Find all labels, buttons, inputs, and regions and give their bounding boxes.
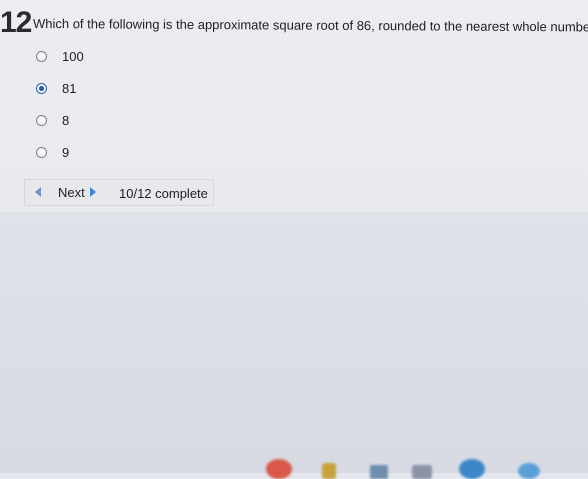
radio-button[interactable] bbox=[36, 114, 47, 126]
option-label: 8 bbox=[62, 112, 70, 128]
quiz-panel: 12 Which of the following is the approxi… bbox=[0, 0, 588, 212]
radio-button-selected[interactable] bbox=[36, 82, 47, 94]
next-button[interactable]: Next bbox=[58, 183, 96, 201]
question-number: 12 bbox=[0, 6, 32, 39]
option-label: 81 bbox=[62, 80, 77, 96]
option-label: 100 bbox=[62, 48, 84, 64]
radio-button[interactable] bbox=[36, 146, 47, 158]
radio-button[interactable] bbox=[36, 50, 47, 62]
app-icon[interactable] bbox=[459, 459, 485, 479]
next-label: Next bbox=[58, 184, 85, 200]
app-icon[interactable] bbox=[412, 465, 432, 479]
option-100[interactable]: 100 bbox=[36, 46, 156, 66]
app-icon[interactable] bbox=[518, 463, 540, 479]
next-arrow-icon bbox=[89, 187, 96, 197]
browser-icon[interactable] bbox=[266, 459, 292, 479]
question-text: Which of the following is the approximat… bbox=[32, 16, 588, 35]
option-81[interactable]: 81 bbox=[36, 78, 156, 98]
taskbar-edge bbox=[0, 459, 588, 479]
previous-arrow-icon[interactable] bbox=[35, 187, 41, 197]
app-icon[interactable] bbox=[322, 463, 336, 479]
files-icon[interactable] bbox=[370, 465, 388, 479]
option-8[interactable]: 8 bbox=[36, 110, 156, 130]
progress-status: 10/12 complete bbox=[119, 186, 208, 201]
option-9[interactable]: 9 bbox=[36, 142, 156, 162]
option-label: 9 bbox=[62, 144, 70, 160]
